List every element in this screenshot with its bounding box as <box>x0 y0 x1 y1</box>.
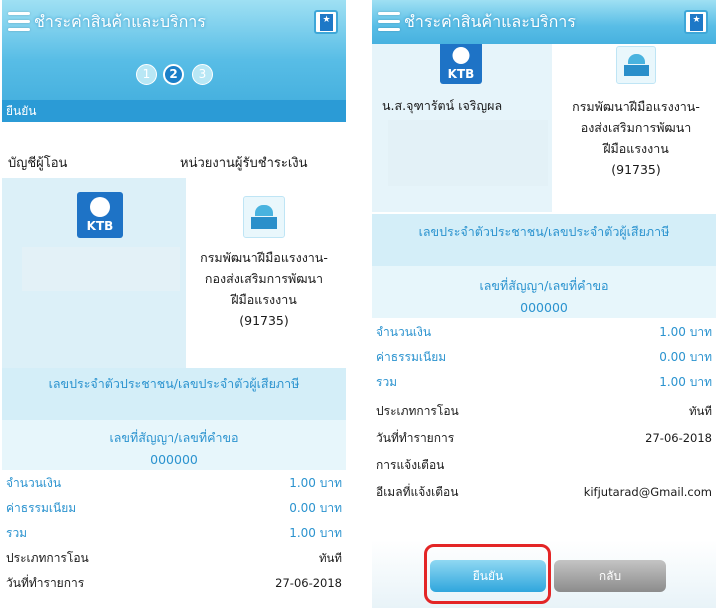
contract-band: เลขที่สัญญา/เลขที่คำขอ 000000 <box>372 266 716 318</box>
row-transfer-type: ประเภทการโอน ทันที <box>2 547 346 569</box>
row-fee: ค่าธรรมเนียม 0.00 บาท <box>372 346 716 368</box>
row-label: รวม <box>376 375 398 389</box>
bank-logo-text: KTB <box>447 67 475 81</box>
screen-confirm-step: ชำระค่าสินค้าและบริการ ★ 1 2 3 ยืนยัน บั… <box>2 0 346 608</box>
row-value: 1.00 บาท <box>659 375 712 389</box>
row-value: 27-06-2018 <box>275 576 342 590</box>
contract-label: เลขที่สัญญา/เลขที่คำขอ <box>479 278 609 293</box>
row-label: วันที่ทำรายการ <box>6 576 85 590</box>
citizen-id-band: เลขประจำตัวประชาชน/เลขประจำตัวผู้เสียภาษ… <box>2 368 346 420</box>
highlight-annotation <box>424 544 551 604</box>
row-value: 1.00 บาท <box>289 476 342 490</box>
payee-organization: กรมพัฒนาฝีมือแรงงาน- กองส่งเสริมการพัฒนา… <box>182 247 346 331</box>
row-value: kifjutarad@Gmail.com <box>583 485 712 499</box>
row-notification-email: อีเมลที่แจ้งเตือน kifjutarad@Gmail.com <box>372 481 716 503</box>
contract-value: 000000 <box>150 452 198 467</box>
row-label: รวม <box>6 526 28 540</box>
org-line: ฝีมือแรงงาน <box>603 141 669 156</box>
org-line: ฝีมือแรงงาน <box>231 292 297 307</box>
header-bar: ชำระค่าสินค้าและบริการ ★ <box>2 0 346 44</box>
org-line: (91735) <box>239 313 289 328</box>
row-label: วันที่ทำรายการ <box>376 431 455 445</box>
row-amount: จำนวนเงิน 1.00 บาท <box>2 472 346 494</box>
page-title: ชำระค่าสินค้าและบริการ <box>34 12 206 31</box>
masked-account-number <box>22 247 180 291</box>
row-label: ค่าธรรมเนียม <box>376 350 447 364</box>
section-title: ยืนยัน <box>2 100 346 122</box>
row-label: ค่าธรรมเนียม <box>6 501 77 515</box>
government-building-icon <box>616 46 656 84</box>
hamburger-icon[interactable] <box>8 12 30 32</box>
org-line: กองส่งเสริมการพัฒนา <box>204 271 324 286</box>
app-header: ชำระค่าสินค้าและบริการ ★ 1 2 3 <box>2 0 346 100</box>
row-label: จำนวนเงิน <box>6 476 62 490</box>
payer-name: น.ส.จุฑารัตน์ เจริญผล <box>382 98 503 113</box>
row-fee: ค่าธรรมเนียม 0.00 บาท <box>2 497 346 519</box>
payee-organization: กรมพัฒนาฝีมือแรงงาน- องส่งเสริมการพัฒนา … <box>556 96 716 180</box>
row-value: 0.00 บาท <box>289 501 342 515</box>
row-value: ทันที <box>318 551 342 565</box>
star-glyph: ★ <box>322 15 331 25</box>
contract-band: เลขที่สัญญา/เลขที่คำขอ 000000 <box>2 420 346 470</box>
header-bar: ชำระค่าสินค้าและบริการ ★ <box>372 0 716 44</box>
row-value: 27-06-2018 <box>645 431 712 445</box>
org-line: (91735) <box>611 162 661 177</box>
government-building-icon <box>243 196 285 238</box>
org-line: กรมพัฒนาฝีมือแรงงาน- <box>200 250 328 265</box>
citizen-id-label: เลขประจำตัวประชาชน/เลขประจำตัวผู้เสียภาษ… <box>48 376 300 391</box>
org-line: องส่งเสริมการพัฒนา <box>580 120 692 135</box>
citizen-id-label: เลขประจำตัวประชาชน/เลขประจำตัวผู้เสียภาษ… <box>418 224 670 239</box>
row-value: 1.00 บาท <box>659 325 712 339</box>
ktb-logo-icon: KTB <box>77 192 123 238</box>
row-label: อีเมลที่แจ้งเตือน <box>376 485 459 499</box>
payee-label: หน่วยงานผู้รับชำระเงิน <box>180 156 308 171</box>
bank-logo-text: KTB <box>86 219 114 233</box>
step-1: 1 <box>136 64 157 85</box>
step-2-active: 2 <box>163 64 184 85</box>
row-value: ทันที <box>688 404 712 418</box>
bookmark-star-icon[interactable]: ★ <box>314 10 338 34</box>
bookmark-star-icon[interactable]: ★ <box>684 10 708 34</box>
row-value: 1.00 บาท <box>289 526 342 540</box>
org-line: กรมพัฒนาฝีมือแรงงาน- <box>572 99 700 114</box>
row-transfer-type: ประเภทการโอน ทันที <box>372 400 716 422</box>
masked-account-number <box>388 120 548 186</box>
ktb-logo-icon: KTB <box>440 44 482 84</box>
star-glyph: ★ <box>692 15 701 25</box>
contract-value: 000000 <box>520 300 568 315</box>
row-notification: การแจ้งเตือน <box>372 454 716 476</box>
citizen-id-band: เลขประจำตัวประชาชน/เลขประจำตัวผู้เสียภาษ… <box>372 214 716 266</box>
row-label: การแจ้งเตือน <box>376 458 445 472</box>
row-transaction-date: วันที่ทำรายการ 27-06-2018 <box>2 572 346 594</box>
row-total: รวม 1.00 บาท <box>372 371 716 393</box>
row-total: รวม 1.00 บาท <box>2 522 346 544</box>
row-transaction-date: วันที่ทำรายการ 27-06-2018 <box>372 427 716 449</box>
back-button[interactable]: กลับ <box>554 560 666 592</box>
row-label: ประเภทการโอน <box>6 551 89 565</box>
screen-confirm-scrolled: ชำระค่าสินค้าและบริการ ★ KTB น.ส.จุฑารัต… <box>372 0 716 608</box>
row-value: 0.00 บาท <box>659 350 712 364</box>
app-header: ชำระค่าสินค้าและบริการ ★ <box>372 0 716 44</box>
row-amount: จำนวนเงิน 1.00 บาท <box>372 321 716 343</box>
row-label: ประเภทการโอน <box>376 404 459 418</box>
hamburger-icon[interactable] <box>378 12 400 32</box>
page-title: ชำระค่าสินค้าและบริการ <box>404 12 576 31</box>
contract-label: เลขที่สัญญา/เลขที่คำขอ <box>109 430 239 445</box>
from-account-label: บัญชีผู้โอน <box>8 156 68 171</box>
row-label: จำนวนเงิน <box>376 325 432 339</box>
step-3: 3 <box>192 64 213 85</box>
step-indicator: 1 2 3 <box>2 64 346 88</box>
